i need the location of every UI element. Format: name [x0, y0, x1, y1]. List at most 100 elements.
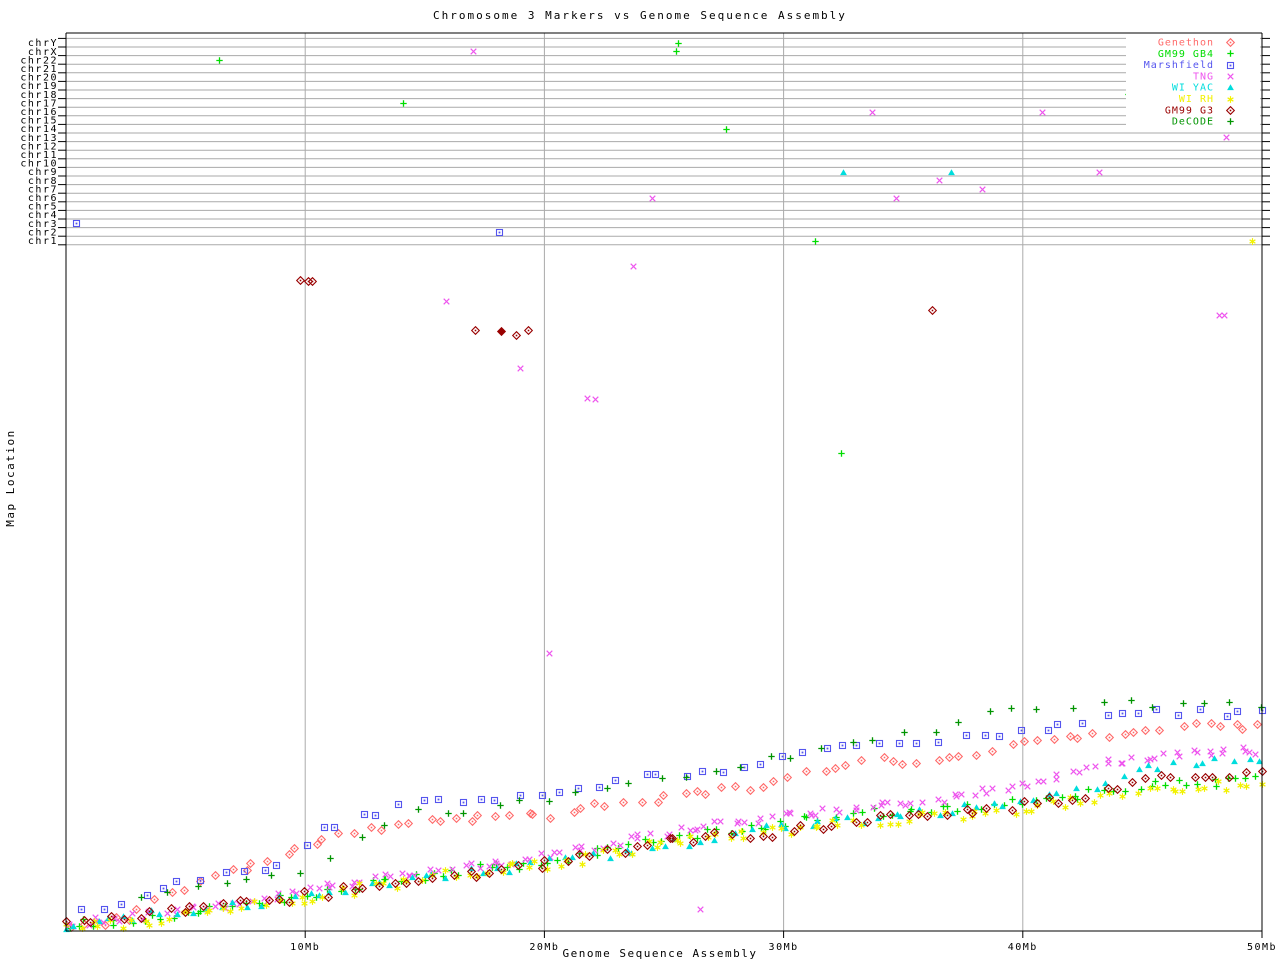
marker-triangle [308, 890, 315, 897]
marker-x [711, 818, 718, 825]
marker-triangle [844, 814, 851, 821]
outliers-chromosome-rows [72, 40, 1256, 245]
marker-x [1207, 748, 1214, 755]
marker-x [979, 785, 986, 792]
marker-plus [673, 48, 680, 55]
marker-plus [157, 916, 164, 923]
marker-asterisk [657, 839, 664, 846]
marker-x [907, 800, 914, 807]
marker-triangle [840, 169, 847, 176]
marker-plus [1194, 781, 1201, 788]
marker-x [936, 177, 943, 184]
marker-x [546, 650, 553, 657]
marker-asterisk [1195, 786, 1202, 793]
marker-asterisk [1179, 788, 1186, 795]
outliers-main [295, 263, 1228, 913]
marker-asterisk [309, 898, 316, 905]
marker-plus [546, 798, 553, 805]
marker-x [807, 810, 814, 817]
marker-x [1219, 750, 1226, 757]
marker-plus [1162, 782, 1169, 789]
marker-asterisk [558, 863, 565, 870]
marker-x [634, 835, 641, 842]
series-tng [66, 744, 1259, 930]
marker-asterisk [1201, 785, 1208, 792]
marker-x [884, 799, 891, 806]
marker-plus [838, 450, 845, 457]
marker-plus [1180, 700, 1187, 707]
marker-triangle [1145, 762, 1152, 769]
marker-x [989, 785, 996, 792]
marker-x [870, 804, 877, 811]
marker-x [757, 815, 764, 822]
marker-x [129, 910, 136, 917]
marker-asterisk [931, 810, 938, 817]
marker-triangle [1199, 760, 1206, 767]
marker-x [538, 850, 545, 857]
x-tick-label-50Mb: 50Mb [1247, 942, 1277, 953]
marker-plus [1128, 697, 1135, 704]
marker-x [1039, 109, 1046, 116]
marker-x [399, 870, 406, 877]
marker-asterisk [526, 864, 533, 871]
marker-asterisk [301, 900, 308, 907]
marker-plus [297, 870, 304, 877]
marker-x [316, 885, 323, 892]
marker-x [372, 873, 379, 880]
marker-x [610, 840, 617, 847]
marker-triangle [749, 826, 756, 833]
marker-x [647, 830, 654, 837]
marker-x [517, 365, 524, 372]
legend-label-decode: DeCODE [1172, 117, 1214, 128]
marker-plus [224, 880, 231, 887]
marker-x [1128, 754, 1135, 761]
legend: GenethonGM99 GB4MarshfieldTNGWI YACWI RH… [1126, 34, 1260, 128]
marker-x [463, 862, 470, 869]
marker-plus [954, 808, 961, 815]
marker-x [1118, 760, 1125, 767]
scatter-series-layer [61, 40, 1268, 933]
marker-plus [723, 126, 730, 133]
marker-x [941, 799, 948, 806]
marker-plus [1101, 699, 1108, 706]
marker-plus [869, 737, 876, 744]
x-tick-label-20Mb: 20Mb [529, 942, 559, 953]
marker-plus [625, 780, 632, 787]
marker-x [1216, 312, 1223, 319]
marker-x [983, 790, 990, 797]
marker-plus [1242, 775, 1249, 782]
marker-triangle [607, 855, 614, 862]
marker-plus [1009, 796, 1016, 803]
marker-x [1076, 769, 1083, 776]
marker-x [522, 856, 529, 863]
marker-plus [445, 810, 452, 817]
legend-label-gb4: GM99 GB4 [1158, 49, 1214, 60]
marker-plus [415, 806, 422, 813]
legend-label-genethon: Genethon [1158, 38, 1214, 49]
marker-plus [901, 729, 908, 736]
marker-triangle [494, 865, 501, 872]
marker-plus [327, 855, 334, 862]
marker-x [435, 867, 442, 874]
marker-plus [787, 755, 794, 762]
marker-x [164, 910, 171, 917]
marker-asterisk [960, 816, 967, 823]
marker-plus [1085, 786, 1092, 793]
marker-x [649, 195, 656, 202]
marker-x [1070, 768, 1077, 775]
marker-x [741, 819, 748, 826]
marker-x [769, 813, 776, 820]
marker-x [700, 823, 707, 830]
series-genethon [66, 718, 1263, 933]
marker-x [92, 914, 99, 921]
marker-x [572, 844, 579, 851]
marker-triangle [937, 812, 944, 819]
marker-asterisk [1097, 792, 1104, 799]
marker-plus [675, 40, 682, 47]
marker-asterisk [687, 833, 694, 840]
marker-x [1151, 755, 1158, 762]
marker-triangle [1073, 785, 1080, 792]
marker-plus [572, 789, 579, 796]
legend-label-marshfield: Marshfield [1144, 60, 1214, 71]
marker-asterisk [1091, 799, 1098, 806]
